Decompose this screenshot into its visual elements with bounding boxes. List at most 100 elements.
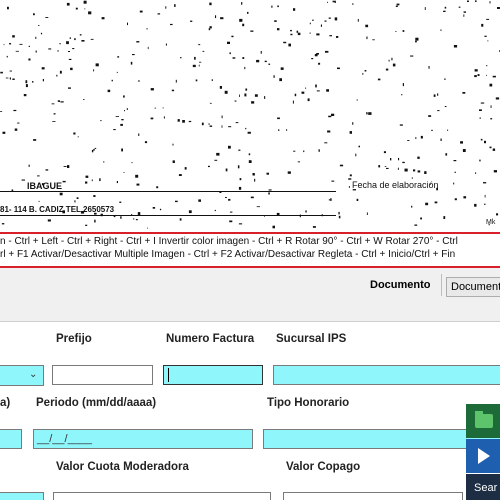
scan-speck <box>76 197 79 199</box>
scan-speck <box>316 33 320 36</box>
scan-speck <box>209 26 212 29</box>
scan-speck <box>480 138 483 141</box>
scan-speck <box>220 17 224 20</box>
scan-speck <box>0 111 3 112</box>
scan-speck <box>280 67 284 70</box>
scan-speck <box>162 107 164 109</box>
scan-speck <box>93 148 95 151</box>
scan-speck <box>163 116 165 119</box>
scan-speck <box>63 166 67 167</box>
scan-speck <box>454 198 457 201</box>
scan-speck <box>69 37 71 39</box>
scan-speck <box>328 199 331 201</box>
scan-speck <box>219 86 222 89</box>
scan-speck <box>41 67 45 70</box>
tipo-honorario-label: Tipo Honorario <box>267 397 350 409</box>
scan-speck <box>327 1 328 3</box>
scan-speck <box>182 120 185 123</box>
scan-speck <box>120 216 122 219</box>
sucursal-ips-input[interactable] <box>273 365 500 385</box>
scan-speck <box>356 99 358 101</box>
scan-speck <box>85 181 88 184</box>
scan-speck <box>180 57 182 59</box>
scan-speck <box>487 40 489 42</box>
scan-speck <box>463 14 465 17</box>
scan-speck <box>56 74 58 77</box>
documento-button[interactable]: Documento <box>446 277 500 297</box>
scan-speck <box>425 202 429 206</box>
scan-speck <box>437 93 439 96</box>
scan-speck <box>254 94 258 97</box>
scan-speck <box>287 171 291 174</box>
valor-cuota-moderadora-input[interactable] <box>53 492 271 500</box>
scan-speck <box>208 28 211 31</box>
scan-speck <box>146 28 148 30</box>
scan-speck <box>357 19 359 22</box>
scan-speck <box>245 88 248 91</box>
scan-speck <box>3 44 5 46</box>
scan-speck <box>228 198 231 201</box>
scan-speck <box>127 22 128 26</box>
scan-speck <box>175 200 178 203</box>
scan-speck <box>247 11 249 14</box>
left-input[interactable] <box>0 429 22 449</box>
folder-icon <box>475 414 493 428</box>
scan-speck <box>208 165 210 168</box>
scan-speck <box>453 45 458 48</box>
scan-speck <box>362 72 364 75</box>
scan-speck <box>388 59 390 62</box>
scan-speck <box>99 178 101 182</box>
scan-speck <box>57 50 59 52</box>
chevron-down-icon[interactable]: ⌄ <box>29 369 37 380</box>
scan-speck <box>497 7 500 9</box>
scan-speck <box>88 11 92 15</box>
scan-speck <box>404 168 408 172</box>
scan-speck <box>5 77 9 79</box>
scan-speck <box>227 41 230 44</box>
left-input[interactable] <box>0 492 44 500</box>
scan-speck <box>116 181 118 184</box>
numero-factura-input[interactable] <box>163 365 263 385</box>
files-button[interactable] <box>466 404 500 438</box>
scan-speck <box>316 90 320 92</box>
document-image-viewer[interactable]: IBAGUE 81- 114 B. CADIZ TEL 2650573 Fech… <box>0 0 500 232</box>
scan-speck <box>190 20 193 22</box>
scan-speck <box>454 171 456 173</box>
scan-speck <box>119 201 122 203</box>
scan-speck <box>237 165 240 169</box>
scan-speck <box>21 179 25 181</box>
scan-speck <box>159 208 162 211</box>
scan-speck <box>424 7 426 10</box>
scan-speck <box>37 175 40 177</box>
scan-speck <box>486 18 490 20</box>
prefijo-input[interactable] <box>52 365 153 385</box>
scan-speck <box>171 89 175 92</box>
scan-speck <box>398 157 400 161</box>
scan-speck <box>48 48 52 50</box>
scan-speck <box>25 84 28 88</box>
scan-speck <box>198 64 200 67</box>
scan-speck <box>316 53 319 55</box>
left-select[interactable] <box>0 365 44 386</box>
scan-speck <box>47 219 51 222</box>
scan-speck <box>241 2 243 5</box>
periodo-input[interactable]: __/__/____ <box>33 429 253 449</box>
play-icon <box>478 448 490 464</box>
scan-speck <box>462 149 466 152</box>
scan-speck <box>221 115 223 119</box>
play-button[interactable] <box>466 439 500 473</box>
scan-speck <box>9 43 12 45</box>
scan-speck <box>91 149 94 153</box>
scan-speck <box>489 146 492 149</box>
scan-speck <box>154 107 156 109</box>
shortcut-line: rl + F1 Activar/Desactivar Multiple Imag… <box>0 249 456 260</box>
search-button[interactable]: Sear <box>466 474 500 500</box>
valor-copago-input[interactable] <box>283 492 463 500</box>
shortcut-line: n - Ctrl + Left - Ctrl + Right - Ctrl + … <box>0 236 458 247</box>
scan-speck <box>277 117 280 120</box>
scan-speck <box>305 87 307 89</box>
sucursal-ips-label: Sucursal IPS <box>276 333 347 345</box>
tipo-honorario-input[interactable] <box>263 429 500 449</box>
scan-speck <box>268 63 271 65</box>
scan-speck <box>377 78 381 81</box>
